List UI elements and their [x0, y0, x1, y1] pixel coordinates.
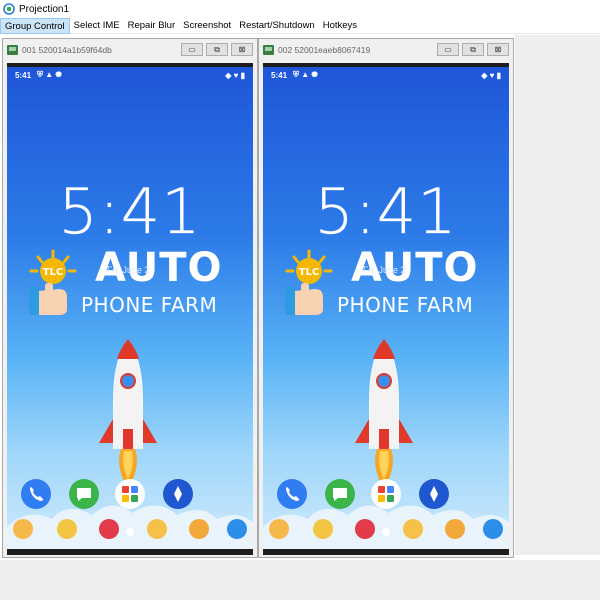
angry-emoji-icon: [189, 519, 209, 539]
like-icon: [483, 519, 503, 539]
workspace-bottom-area: [0, 560, 600, 600]
status-bar: 5:41 ⛨ ▲ ◉ ◈ ♥ ▮: [263, 67, 509, 83]
device-id-label: 002 52001eaeb8067419: [278, 45, 371, 55]
device-window-titlebar[interactable]: 001 520014a1b59f64db ▭ ⧉ ⊠: [3, 39, 257, 61]
phone-screen[interactable]: 5:41 ⛨ ▲ ◉ ◈ ♥ ▮ 5:41 TLC AUTO Fri, June…: [263, 63, 509, 555]
device-window-titlebar[interactable]: 002 52001eaeb8067419 ▭ ⧉ ⊠: [259, 39, 513, 61]
menu-bar: Group Control Select IME Repair Blur Scr…: [0, 17, 600, 34]
close-button[interactable]: ⊠: [231, 43, 253, 56]
rocket-icon: [99, 339, 157, 489]
tlc-text: TLC: [43, 267, 64, 278]
restore-button[interactable]: ⧉: [462, 43, 484, 56]
close-button[interactable]: ⊠: [487, 43, 509, 56]
menu-select-ime[interactable]: Select IME: [70, 18, 124, 34]
workspace-empty-area: [515, 35, 600, 555]
app-title: Projection1: [19, 3, 70, 15]
menu-hotkeys[interactable]: Hotkeys: [319, 18, 361, 34]
menu-screenshot[interactable]: Screenshot: [179, 18, 235, 34]
device-icon: [263, 45, 274, 55]
tlc-text: TLC: [299, 267, 320, 278]
notification-icons: ⛨ ▲ ◉: [37, 70, 62, 79]
heart-icon: [99, 519, 119, 539]
laugh-emoji-icon: [269, 519, 289, 539]
notification-icons: ⛨ ▲ ◉: [293, 70, 318, 79]
app-titlebar: Projection1: [0, 0, 600, 18]
page-indicator-dot: [126, 528, 134, 536]
device-icon: [7, 45, 18, 55]
like-icon: [227, 519, 247, 539]
brand-phone-farm: PHONE FARM: [337, 293, 474, 317]
device-window-2[interactable]: 002 52001eaeb8067419 ▭ ⧉ ⊠ 5:41 ⛨ ▲ ◉ ◈ …: [258, 38, 514, 558]
heart-icon: [355, 519, 375, 539]
status-bar: 5:41 ⛨ ▲ ◉ ◈ ♥ ▮: [7, 67, 253, 83]
lock-date: Fri, June 2: [107, 265, 150, 275]
device-window-1[interactable]: 001 520014a1b59f64db ▭ ⧉ ⊠ 5:41 ⛨ ▲ ◉ ◈ …: [2, 38, 258, 558]
brand-phone-farm: PHONE FARM: [81, 293, 218, 317]
sad-emoji-icon: [147, 519, 167, 539]
system-status-icons: ◈ ♥ ▮: [481, 70, 501, 80]
sad-emoji-icon: [403, 519, 423, 539]
lock-screen[interactable]: 5:41 ⛨ ▲ ◉ ◈ ♥ ▮ 5:41 TLC AUTO Fri, June…: [263, 67, 509, 549]
nav-bar: [7, 549, 253, 555]
nav-bar: [263, 549, 509, 555]
lock-date: Fri, June 2: [363, 265, 406, 275]
phone-screen[interactable]: 5:41 ⛨ ▲ ◉ ◈ ♥ ▮ 5:41 TLC AUTO Fri, June…: [7, 63, 253, 555]
status-time: 5:41: [271, 70, 288, 80]
status-time: 5:41: [15, 70, 32, 80]
hand-icon: [285, 283, 323, 315]
page-indicator-dot: [382, 528, 390, 536]
app-logo-icon: [3, 3, 15, 15]
minimize-button[interactable]: ▭: [437, 43, 459, 56]
menu-repair-blur[interactable]: Repair Blur: [124, 18, 180, 34]
wink-emoji-icon: [313, 519, 333, 539]
menu-group-control[interactable]: Group Control: [0, 17, 70, 34]
system-status-icons: ◈ ♥ ▮: [225, 70, 245, 80]
device-id-label: 001 520014a1b59f64db: [22, 45, 112, 55]
lock-screen[interactable]: 5:41 ⛨ ▲ ◉ ◈ ♥ ▮ 5:41 TLC AUTO Fri, June…: [7, 67, 253, 549]
menu-restart-shutdown[interactable]: Restart/Shutdown: [235, 18, 319, 34]
minimize-button[interactable]: ▭: [181, 43, 203, 56]
lock-clock: 5:41: [58, 175, 202, 249]
hand-icon: [29, 283, 67, 315]
laugh-emoji-icon: [13, 519, 33, 539]
angry-emoji-icon: [445, 519, 465, 539]
restore-button[interactable]: ⧉: [206, 43, 228, 56]
lock-clock: 5:41: [314, 175, 458, 249]
rocket-icon: [355, 339, 413, 489]
wink-emoji-icon: [57, 519, 77, 539]
